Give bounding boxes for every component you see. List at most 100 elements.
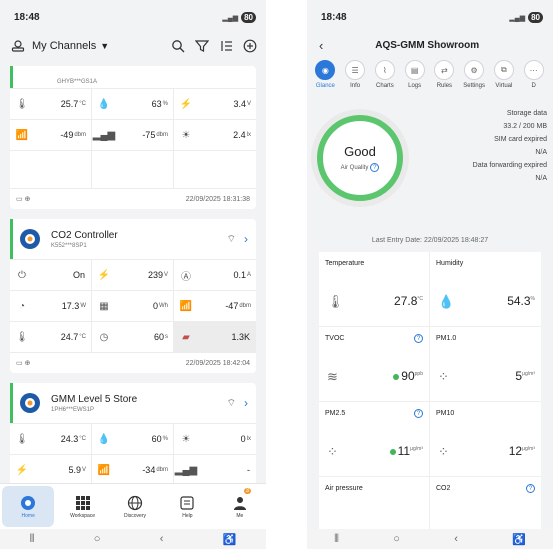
reading-cell: 💧 60% [92,424,174,455]
sensor-card-pm10[interactable]: PM10 ⁘ 12μg/m³ [430,402,541,477]
status-bar: 18:48 ▂▄▆ 80 [0,0,266,34]
sort-icon[interactable] [218,38,234,54]
voltage-icon: ⚡ [179,98,193,110]
accessibility-icon[interactable]: ♿ [512,533,526,546]
reading-cell: 🌡 24.7 °C [10,322,92,353]
notification-badge: 3 [243,488,251,494]
status-time: 18:48 [14,11,40,23]
device-card[interactable]: GHYB***GS1A 🌡 25.7 °C 💧 63% ⚡ 3.4 V 📶 -49 dbm ▂… [10,66,256,209]
home-button-icon[interactable]: ○ [94,533,101,545]
recent-apps-icon[interactable]: ⦀ [334,533,339,546]
tab-more[interactable]: ⋯ D [519,60,548,89]
tab-glance[interactable]: ◉ Glance [311,60,340,89]
device-logo-icon [20,229,40,249]
thermometer-icon: 🌡 [15,433,29,445]
wifi-icon: 📶 [15,129,29,141]
device-type-icon: ▭ ⊕ [16,360,31,367]
help-icon[interactable]: ? [414,409,423,418]
search-icon[interactable] [170,38,186,54]
status-dot [393,373,400,380]
timer-icon: ◷ [99,331,109,343]
chevron-right-icon[interactable]: › [244,232,248,246]
device-type-icon: ▭ ⊕ [16,196,31,203]
forwarding-label: Data forwarding expired [472,162,547,169]
particles-icon: ⁘ [438,444,449,459]
device-card[interactable]: GMM Level 5 Store 1PH6***EWS1P ⌔ › 🌡 24.3… [10,383,256,486]
device-card[interactable]: CO2 Controller K552***8SP1 ⌔ › ⏻ On ⚡ 239 V… [10,219,256,373]
help-icon[interactable]: ? [414,334,423,343]
reading-cell: 📶 -49 dbm [10,120,92,151]
nav-me[interactable]: 3 Me [214,484,266,529]
device-detail-screen: 18:48 ▂▄▆ 80 ‹ AQS-GMM Showroom ◉ Glance ☰… [307,0,553,549]
reading-cell: ☀ 0 lx [174,424,256,455]
device-card-footer: ▭ ⊕ 22/09/2025 18:31:38 [10,189,256,209]
sensor-card-temperature[interactable]: Temperature 🌡 27.8°C [319,252,430,327]
air-quality-caption: Air Quality [340,164,369,171]
system-nav-bar: ⦀ ○ ‹ ♿ [307,529,553,549]
device-card-header: GHYB***GS1A [10,66,256,88]
nav-workspace[interactable]: Workspace [56,484,108,529]
sensor-card-humidity[interactable]: Humidity 💧 54.3% [430,252,541,327]
help-icon[interactable]: ? [526,484,535,493]
energy-icon: ▦ [99,300,109,312]
tab-charts[interactable]: ⌇ Charts [371,60,400,89]
battery-icon: 80 [241,11,256,23]
last-entry-date: Last Entry Date: 22/09/2025 18:48:27 [371,237,489,244]
chevron-down-icon[interactable]: ▼ [100,41,109,51]
device-name: GMM Level 5 Store [51,393,138,405]
temperature-icon: 🌡 [15,331,29,343]
device-card-footer: ▭ ⊕ 22/09/2025 18:42:04 [10,353,256,373]
last-update-date: 22/09/2025 18:31:38 [185,195,250,203]
help-icon [180,495,195,510]
signal-icon: ▂▄▆ [509,14,526,22]
sensor-card-tvoc[interactable]: TVOC ? ≋ 90ppb [319,327,430,402]
channel-selector[interactable]: My Channels [32,40,96,52]
nav-home[interactable]: Home [2,486,55,527]
back-icon[interactable]: ‹ [454,533,458,545]
device-info-panel: Storage data 33.2 / 200 MB SIM card expi… [473,107,547,185]
nav-help[interactable]: Help [161,484,213,529]
tab-info[interactable]: ☰ Info [341,60,370,89]
thermometer-icon: 🌡 [15,98,29,110]
sensor-grid: Temperature 🌡 27.8°C Humidity 💧 54.3% TV… [319,252,541,549]
reading-cell: 💧 63% [92,89,174,120]
rules-icon: ⇄ [434,60,455,80]
tvoc-icon: ≋ [327,369,338,384]
reading-cell: 📶 -47 dbm [174,291,256,322]
reading-cell: 📶 -34 dbm [92,455,174,486]
reading-cell: ⚡ 3.4 V [174,89,256,120]
tab-settings[interactable]: ⚙ Settings [460,60,489,89]
device-logo-icon [20,393,40,413]
counter-icon: ▰ [182,331,190,343]
home-button-icon[interactable]: ○ [393,533,400,545]
last-update-date: 22/09/2025 18:42:04 [185,359,250,367]
wifi-icon: 📶 [97,464,111,476]
humidity-icon: 💧 [438,294,455,309]
recent-apps-icon[interactable]: ⦀ [30,533,35,546]
bottom-nav: Home Workspace Discovery Help 3 Me [0,483,266,529]
reading-cell: ▂▄▆ -75 dbm [92,120,174,151]
particles-icon: ⁘ [438,369,449,384]
chevron-right-icon[interactable]: › [244,396,248,410]
sim-label: SIM card expired [494,136,547,143]
reading-cell: ◔ 17.3 W [10,291,92,322]
reading-cell: ▦ 0 Wh [92,291,174,322]
nav-discovery[interactable]: Discovery [109,484,161,529]
filter-icon[interactable] [194,38,210,54]
reading-cell [10,151,92,189]
signal-bars-icon: ▂▄▆ [174,464,198,476]
accessibility-icon[interactable]: ♿ [223,533,237,546]
device-id: GHYB***GS1A [57,79,98,85]
back-icon[interactable]: ‹ [160,533,164,545]
detail-header: ‹ AQS-GMM Showroom [307,34,553,56]
add-icon[interactable] [242,38,258,54]
sensor-card-pm25[interactable]: PM2.5 ? ⁘ 11μg/m³ [319,402,430,477]
globe-icon [127,495,143,510]
channels-icon[interactable] [10,38,26,54]
tab-logs[interactable]: ▤ Logs [400,60,429,89]
help-icon[interactable]: ? [370,163,380,172]
sensor-card-pm1[interactable]: PM1.0 ⁘ 5μg/m³ [430,327,541,402]
tab-rules[interactable]: ⇄ Rules [430,60,459,89]
air-quality-gauge: Good Air Quality? [317,115,403,201]
tab-virtual[interactable]: ⧉ Virtual [490,60,519,89]
